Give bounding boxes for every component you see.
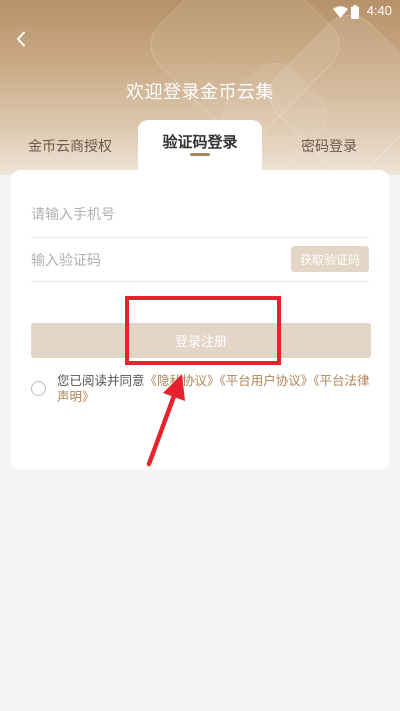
phone-field xyxy=(31,200,369,238)
tab-sms-login[interactable]: 验证码登录 xyxy=(138,120,262,172)
battery-icon xyxy=(351,5,359,19)
agreement-prefix: 您已阅读并同意 xyxy=(57,373,145,388)
user-agreement-link[interactable]: 《平台用户协议》 xyxy=(220,373,314,388)
annotation-highlight-box xyxy=(125,296,281,365)
code-field: 获取验证码 xyxy=(31,246,369,282)
phone-input[interactable] xyxy=(31,200,271,230)
agreement-text: 您已阅读并同意《隐私协议》《平台用户协议》《平台法律声明》 xyxy=(57,373,377,405)
tab-authorize[interactable]: 金币云商授权 xyxy=(0,126,140,172)
wifi-icon xyxy=(333,6,348,18)
status-bar: 4:40 xyxy=(0,0,400,24)
login-tabs: 金币云商授权 验证码登录 密码登录 xyxy=(0,120,400,172)
tab-password-login[interactable]: 密码登录 xyxy=(258,126,400,172)
chevron-left-icon xyxy=(17,31,25,47)
page-title: 欢迎登录金币云集 xyxy=(126,82,274,103)
code-input[interactable] xyxy=(31,246,271,276)
status-time: 4:40 xyxy=(366,3,392,18)
get-code-button[interactable]: 获取验证码 xyxy=(291,246,369,272)
agreement-checkbox[interactable] xyxy=(31,381,46,396)
privacy-link[interactable]: 《隐私协议》 xyxy=(145,373,220,388)
back-button[interactable] xyxy=(8,24,34,54)
active-tab-indicator xyxy=(190,153,210,156)
